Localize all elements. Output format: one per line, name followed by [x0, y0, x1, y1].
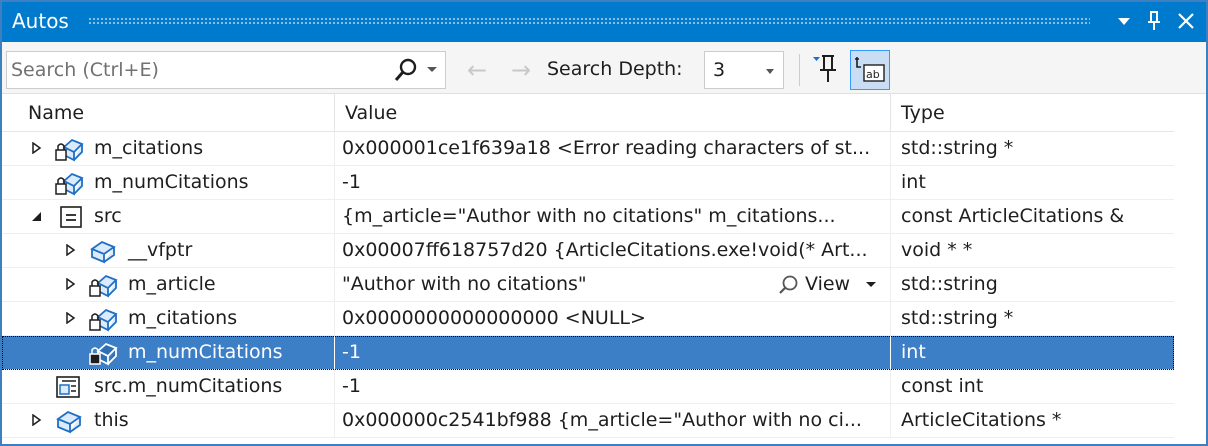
expand-arrow-icon[interactable] — [64, 312, 76, 324]
column-header-value[interactable]: Value — [335, 94, 891, 132]
value-cell[interactable]: 0x000001ce1f639a18 <Error reading charac… — [335, 132, 891, 165]
table-row[interactable]: src.m_numCitations -1 const int — [2, 370, 1174, 404]
search-forward-button[interactable]: → — [504, 56, 538, 86]
pin-columns-button[interactable] — [808, 52, 842, 86]
type-cell: const int — [901, 375, 984, 397]
table-row[interactable]: this 0x000000c2541bf988 {m_article="Auth… — [2, 404, 1174, 438]
arrow-left-icon: ← — [466, 56, 488, 84]
value-cell[interactable]: -1 — [335, 166, 891, 199]
expand-arrow-icon[interactable] — [64, 244, 76, 256]
close-icon — [1178, 13, 1194, 29]
search-options-arrow-icon[interactable] — [425, 62, 439, 76]
name-cell: m_article — [2, 268, 335, 301]
type-cell: int — [901, 171, 926, 193]
name-cell: m_numCitations — [2, 166, 335, 199]
autos-window: Autos ← → Search Depth: 3 — [0, 0, 1208, 446]
chevron-down-icon — [766, 69, 774, 74]
expression-icon — [56, 376, 80, 398]
table-row[interactable]: m_citations 0x000001ce1f639a18 <Error re… — [2, 132, 1174, 166]
table-row[interactable]: src {m_article="Author with no citations… — [2, 200, 1174, 234]
row-name: m_numCitations — [94, 171, 249, 193]
row-name: __vfptr — [128, 239, 193, 261]
view-label: View — [805, 273, 851, 295]
value-text: "Author with no citations" — [342, 273, 587, 295]
search-box[interactable] — [6, 51, 446, 89]
close-button[interactable] — [1172, 6, 1200, 36]
column-header-row: Name Value Type — [2, 94, 1174, 132]
collapse-arrow-icon[interactable] — [30, 210, 42, 222]
private-member-icon — [89, 342, 118, 366]
value-cell[interactable]: -1 — [335, 336, 891, 369]
name-cell: this — [2, 404, 335, 437]
private-member-icon — [55, 138, 84, 162]
name-cell: m_citations — [2, 132, 335, 165]
table-row[interactable]: __vfptr 0x00007ff618757d20 {ArticleCitat… — [2, 234, 1174, 268]
hexadecimal-icon: ab — [855, 57, 885, 82]
expand-arrow-icon[interactable] — [64, 278, 76, 290]
pin-window-button[interactable] — [1140, 6, 1168, 36]
dropdown-arrow-icon — [1118, 18, 1130, 25]
row-name: m_article — [128, 273, 216, 295]
type-cell: std::string * — [901, 137, 1014, 159]
search-input[interactable] — [11, 55, 381, 85]
column-header-name[interactable]: Name — [2, 94, 335, 132]
type-cell: std::string — [901, 273, 998, 295]
search-icon[interactable] — [391, 56, 421, 86]
name-cell: m_citations — [2, 302, 335, 335]
search-backward-button[interactable]: ← — [460, 56, 494, 86]
grid-right-gutter — [1174, 94, 1206, 444]
value-cell[interactable]: 0x000000c2541bf988 {m_article="Author wi… — [335, 404, 891, 437]
name-cell: __vfptr — [2, 234, 335, 267]
value-cell[interactable]: -1 — [335, 370, 891, 403]
value-cell[interactable]: 0x0000000000000000 <NULL> — [335, 302, 891, 335]
name-cell: src — [2, 200, 335, 233]
table-row-selected[interactable]: m_numCitations -1 int — [2, 336, 1174, 370]
title-bar[interactable]: Autos — [2, 2, 1206, 42]
private-member-icon — [55, 172, 84, 196]
field-icon — [56, 410, 82, 434]
toolbar: ← → Search Depth: 3 ab — [2, 42, 1206, 94]
type-cell: ArticleCitations * — [901, 409, 1062, 431]
search-depth-value: 3 — [713, 59, 726, 81]
window-menu-button[interactable] — [1110, 6, 1138, 36]
search-depth-dropdown[interactable]: 3 — [704, 51, 784, 89]
table-row[interactable]: m_numCitations -1 int — [2, 166, 1174, 200]
toolbar-separator — [799, 54, 800, 86]
row-name: m_citations — [94, 137, 204, 159]
magnifier-icon — [779, 275, 798, 294]
type-cell: const ArticleCitations & — [901, 205, 1125, 227]
search-depth-label: Search Depth: — [547, 58, 683, 80]
pin-icon — [1148, 11, 1160, 30]
private-member-icon — [89, 274, 118, 298]
row-name: this — [94, 409, 129, 431]
svg-text:ab: ab — [866, 68, 880, 81]
private-member-icon — [89, 308, 118, 332]
type-cell: void * * — [901, 239, 973, 261]
dropdown-arrow-icon — [866, 282, 876, 287]
expand-arrow-icon[interactable] — [30, 142, 42, 154]
value-cell[interactable]: {m_article="Author with no citations" m_… — [335, 200, 891, 233]
type-cell: std::string * — [901, 307, 1014, 329]
table-row[interactable]: m_article "Author with no citations" Vie… — [2, 268, 1174, 302]
title-grip[interactable] — [88, 17, 1090, 25]
pin-icon — [813, 55, 836, 82]
expand-arrow-icon[interactable] — [30, 414, 42, 426]
name-cell: src.m_numCitations — [2, 370, 335, 403]
type-cell: int — [901, 341, 926, 363]
value-cell[interactable]: 0x00007ff618757d20 {ArticleCitations.exe… — [335, 234, 891, 267]
column-header-type[interactable]: Type — [891, 94, 1174, 132]
local-variable-icon — [60, 206, 82, 228]
arrow-right-icon: → — [510, 56, 532, 84]
hex-display-toggle[interactable]: ab — [850, 50, 890, 90]
row-name: src — [94, 205, 122, 227]
row-name: src.m_numCitations — [94, 375, 283, 397]
autos-grid: Name Value Type m_citations 0x000001ce1f… — [2, 94, 1206, 444]
value-cell[interactable]: "Author with no citations" View — [335, 268, 891, 301]
field-icon — [90, 240, 116, 264]
row-name: m_citations — [128, 307, 238, 329]
name-cell: m_numCitations — [2, 336, 335, 369]
window-title: Autos — [12, 9, 69, 33]
table-row[interactable]: m_citations 0x0000000000000000 <NULL> st… — [2, 302, 1174, 336]
row-name: m_numCitations — [128, 341, 283, 363]
